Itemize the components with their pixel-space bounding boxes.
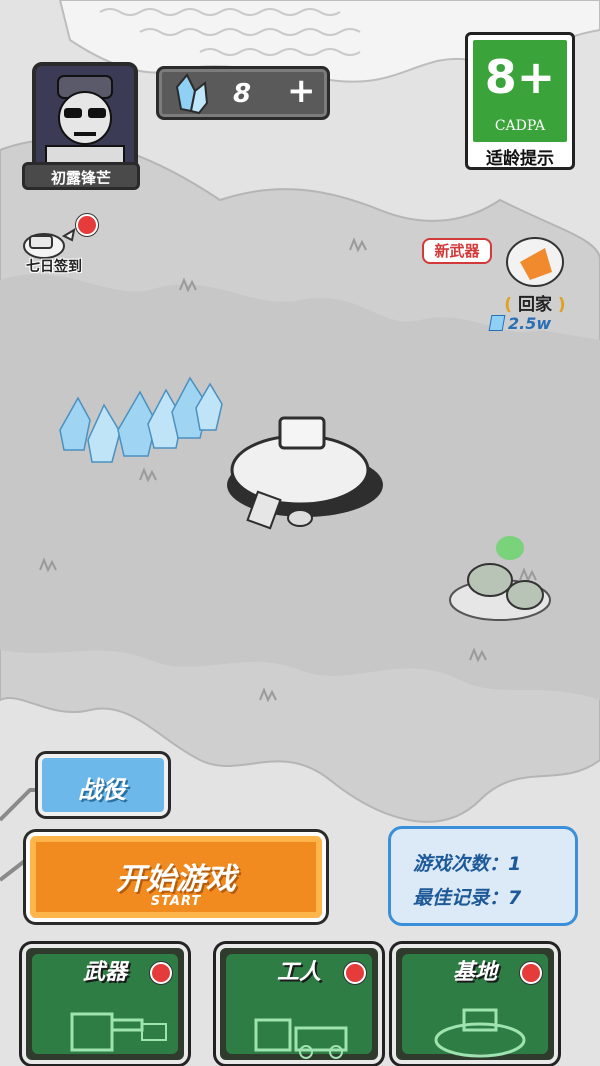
bracket-right-icon: ) — [557, 295, 566, 315]
base-card[interactable]: 基地 — [392, 944, 558, 1064]
signin-notification-badge — [76, 214, 98, 236]
bracket-left-icon: ( — [504, 295, 513, 315]
avatar[interactable] — [32, 62, 138, 174]
gem-count: 8 — [233, 79, 252, 109]
power-indicator: 2.5w — [488, 314, 570, 336]
start-game-button[interactable]: 开始游戏 START — [26, 832, 326, 922]
age-rating-label: 适龄提示 — [486, 149, 554, 169]
weapon-blueprint-icon — [70, 1012, 167, 1052]
crystal-small-icon — [488, 315, 506, 331]
player-profile[interactable]: 初露锋芒 — [22, 62, 140, 192]
best-record: 最佳记录：7 — [413, 887, 522, 909]
age-rating-org: CADPA — [494, 118, 546, 134]
power-value: 2.5w — [508, 314, 552, 333]
signin-gift-icon — [23, 227, 76, 259]
age-rating-panel: 8+ CADPA — [473, 40, 567, 142]
player-name: 初露锋芒 — [22, 162, 140, 190]
new-weapon-tag[interactable]: 新武器 — [422, 238, 492, 264]
campaign-label: 战役 — [78, 776, 126, 804]
home-label: 回家 — [518, 295, 552, 315]
age-rating-badge: 8+ CADPA 适龄提示 — [465, 32, 575, 170]
home-button[interactable]: ( 回家 ) — [500, 290, 570, 316]
worker-blueprint-icon — [254, 1018, 348, 1059]
add-gems-button[interactable]: + — [287, 71, 316, 111]
crystal-icon — [175, 73, 209, 115]
base-notification-badge — [520, 962, 542, 984]
start-game-label: 开始游戏 — [116, 862, 236, 897]
play-count: 游戏次数：1 — [413, 853, 522, 875]
soldier-portrait-icon — [36, 66, 134, 170]
signin-label: 七日签到 — [26, 259, 82, 275]
weapons-card[interactable]: 武器 — [22, 944, 188, 1064]
age-rating-number: 8+ — [484, 50, 556, 104]
base-blueprint-icon — [434, 1008, 526, 1058]
workers-card[interactable]: 工人 — [216, 944, 382, 1064]
start-game-sublabel: START — [150, 894, 202, 909]
gem-counter: 8 + — [156, 66, 330, 120]
seven-day-signin-button[interactable]: 七日签到 — [14, 214, 98, 278]
workers-notification-badge — [344, 962, 366, 984]
campaign-button[interactable]: 战役 — [38, 754, 168, 816]
stats-panel: 游戏次数：1 最佳记录：7 — [388, 826, 578, 926]
weapons-notification-badge — [150, 962, 172, 984]
